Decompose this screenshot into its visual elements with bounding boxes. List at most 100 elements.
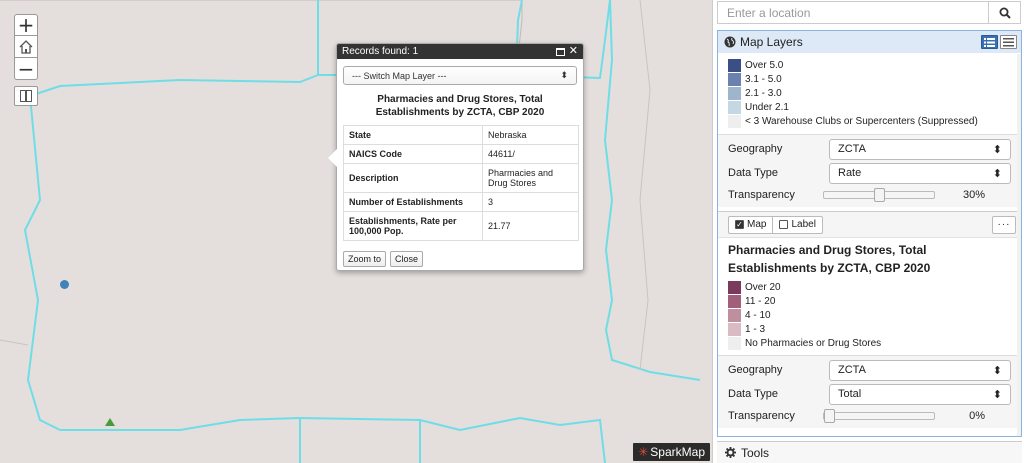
map-toggle-button[interactable]: ✓ Map: [728, 215, 774, 234]
popup-field-name: State: [343, 125, 483, 145]
compact-view-button[interactable]: [1000, 35, 1017, 49]
popup-row: State Nebraska: [343, 125, 579, 145]
layer2-transparency-slider[interactable]: [823, 409, 935, 423]
layer2-toolbar: ✓ Map Label ···: [718, 212, 1021, 238]
layer1-data-type-select[interactable]: Rate ⬍: [829, 162, 1011, 184]
legend-swatch: [728, 308, 741, 322]
popup-row: Description Pharmacies and Drug Stores: [343, 163, 579, 193]
location-search-input[interactable]: [718, 2, 988, 23]
legend-swatch: [728, 280, 741, 294]
home-button[interactable]: [14, 36, 38, 58]
popup-field-name: NAICS Code: [343, 144, 483, 164]
layer2-data-type-row: Data Type Total ⬍: [718, 382, 1021, 406]
geography-value: ZCTA: [838, 364, 866, 376]
logo-text: SparkMap: [650, 445, 705, 459]
transparency-label: Transparency: [728, 410, 795, 422]
legend-item: No Pharmacies or Drug Stores: [728, 336, 1021, 350]
layer-options-button[interactable]: ···: [992, 215, 1016, 234]
basemap-toggle-button[interactable]: [14, 86, 38, 106]
select-arrows-icon: ⬍: [992, 167, 1002, 180]
map-toggle-label: Map: [747, 219, 767, 230]
maximize-icon[interactable]: [555, 47, 565, 56]
popup-field-name: Number of Establishments: [343, 192, 483, 212]
transparency-label: Transparency: [728, 189, 795, 201]
popup-title-bar[interactable]: Records found: 1 ✕: [337, 44, 583, 59]
slider-handle[interactable]: [824, 409, 835, 423]
zoom-out-button[interactable]: −: [14, 58, 38, 80]
slider-handle[interactable]: [874, 188, 886, 202]
close-button[interactable]: Close: [390, 251, 424, 267]
select-arrows-icon: ⬍: [560, 70, 568, 80]
legend-label: < 3 Warehouse Clubs or Supercenters (Sup…: [745, 115, 978, 127]
map-layers-header[interactable]: Map Layers: [718, 31, 1021, 53]
legend-swatch: [728, 114, 741, 128]
popup-field-value: 3: [482, 192, 579, 212]
map-point-marker[interactable]: [60, 280, 69, 289]
layers-scrollbar[interactable]: [1017, 54, 1021, 436]
legend-swatch: [728, 72, 741, 86]
search-button[interactable]: [988, 2, 1020, 23]
label-toggle-button[interactable]: Label: [773, 215, 823, 234]
side-panel: Map Layers: [712, 0, 1024, 463]
list-view-icon: [984, 37, 995, 47]
geography-value: ZCTA: [838, 143, 866, 155]
layer2-geography-select[interactable]: ZCTA ⬍: [829, 359, 1011, 381]
map-canvas[interactable]: + − ✳ SparkMap Records found: 1 ✕ --- Swi…: [0, 0, 712, 463]
layer2-title: Pharmacies and Drug Stores, Total Establ…: [728, 243, 931, 275]
layer2-data-type-select[interactable]: Total ⬍: [829, 383, 1011, 405]
legend-label: Under 2.1: [745, 101, 789, 113]
tools-label: Tools: [741, 445, 770, 460]
select-arrows-icon: ⬍: [992, 143, 1002, 156]
layers-grid-icon: [20, 90, 32, 102]
legend-swatch: [728, 294, 741, 308]
legend-swatch: [728, 336, 741, 350]
layer2-transparency-row: Transparency 0%: [718, 406, 1021, 426]
legend-item: 1 - 3: [728, 322, 1021, 336]
layer1-settings: Geography ZCTA ⬍ Data Type Rate ⬍ Transp…: [718, 134, 1021, 207]
records-popup: Records found: 1 ✕ --- Switch Map Layer …: [328, 43, 584, 271]
popup-attribute-table: State Nebraska NAICS Code 44611/Description…: [343, 125, 579, 241]
legend-swatch: [728, 86, 741, 100]
close-icon[interactable]: ✕: [569, 46, 578, 57]
globe-icon: [724, 36, 736, 48]
legend-item: 4 - 10: [728, 308, 1021, 322]
tools-panel-header[interactable]: Tools: [717, 441, 1022, 463]
transparency-value: 30%: [962, 189, 985, 201]
spark-star-icon: ✳: [638, 445, 649, 459]
legend-item: 3.1 - 5.0: [728, 72, 1021, 86]
select-arrows-icon: ⬍: [992, 388, 1002, 401]
select-arrows-icon: ⬍: [992, 364, 1002, 377]
popup-row: Number of Establishments 3: [343, 192, 579, 212]
popup-records-count: Records found: 1: [342, 46, 419, 57]
layer1-geography-select[interactable]: ZCTA ⬍: [829, 138, 1011, 160]
search-icon: [999, 7, 1011, 19]
legend-label: 1 - 3: [745, 323, 766, 335]
legend-label: Over 5.0: [745, 59, 784, 71]
legend-item: 11 - 20: [728, 294, 1021, 308]
list-view-button[interactable]: [981, 35, 998, 49]
zoom-to-button[interactable]: Zoom to: [343, 251, 387, 267]
data-type-label: Data Type: [728, 167, 778, 179]
legend-item: Over 20: [728, 280, 1021, 294]
switch-map-layer-select[interactable]: --- Switch Map Layer --- ⬍: [343, 66, 577, 85]
map-triangle-marker[interactable]: [105, 418, 115, 426]
legend-swatch: [728, 100, 741, 114]
layer1-transparency-slider[interactable]: [823, 188, 935, 202]
legend-label: Over 20: [745, 281, 781, 293]
layer1-data-type-row: Data Type Rate ⬍: [718, 161, 1021, 185]
map-layers-title: Map Layers: [740, 35, 803, 49]
zoom-in-button[interactable]: +: [14, 14, 38, 36]
popup-field-value: Pharmacies and Drug Stores: [482, 163, 579, 193]
legend-label: No Pharmacies or Drug Stores: [745, 337, 882, 349]
legend-item: Under 2.1: [728, 100, 1021, 114]
legend-label: 3.1 - 5.0: [745, 73, 782, 85]
popup-row: Establishments, Rate per 100,000 Pop. 21.…: [343, 211, 579, 241]
sparkmap-logo[interactable]: ✳ SparkMap: [633, 443, 710, 461]
compact-list-icon: [1003, 37, 1014, 46]
label-toggle-label: Label: [791, 219, 816, 230]
checkbox-unchecked-icon: [779, 220, 789, 229]
layer2-card: ✓ Map Label ··· Pharmacies and Drug Stor…: [718, 211, 1021, 428]
popup-heading: Pharmacies and Drug Stores, Total Establ…: [375, 94, 545, 118]
layers-scroll-area[interactable]: Over 5.0 3.1 - 5.0 2.1 - 3.0 Under 2.1 < 3 W…: [718, 54, 1021, 436]
geography-label: Geography: [728, 143, 783, 155]
